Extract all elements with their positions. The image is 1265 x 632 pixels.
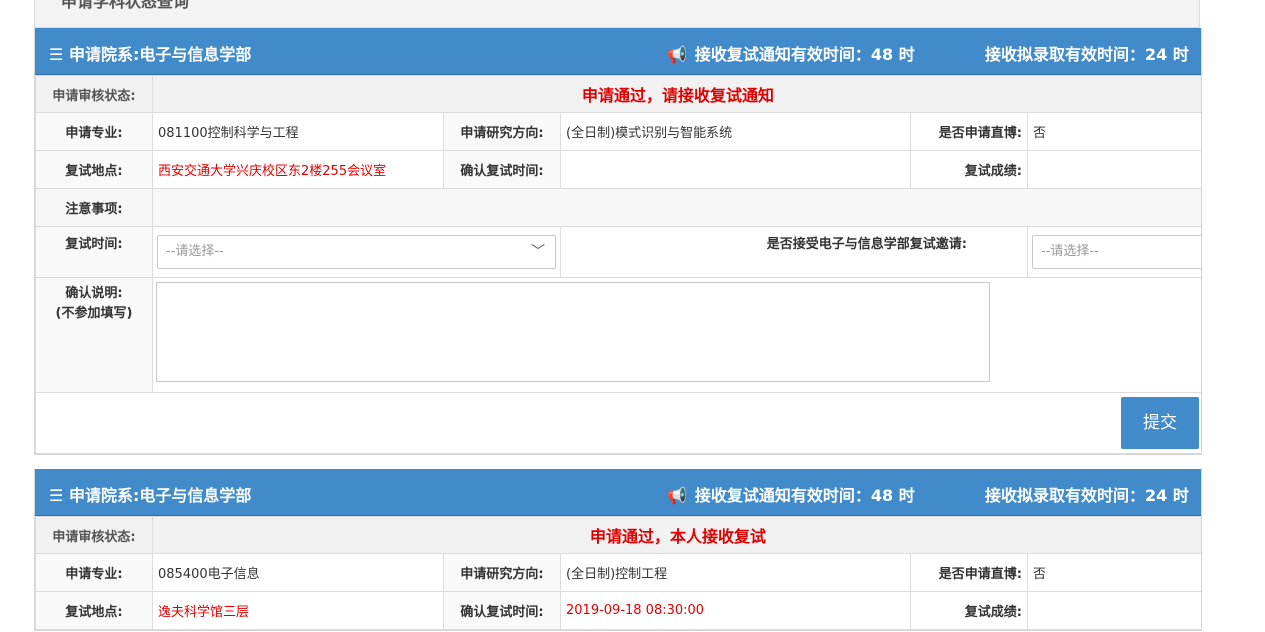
status-text: 申请通过，本人接收复试 (151, 516, 1201, 554)
location-row: 复试地点: 逸夫科学馆三层 确认复试时间: 2019-09-18 08:30:0… (35, 591, 1201, 630)
interview-time-select[interactable]: --请选择-- ﹀ (157, 235, 556, 269)
status-row: 申请审核状态: 申请通过，本人接收复试 (35, 516, 1201, 554)
confirm-time-label: 确认复试时间: (443, 591, 561, 630)
list-icon: ☰ (49, 486, 64, 505)
dept-title: ☰ 申请院系:电子与信息学部 (49, 486, 252, 505)
megaphone-icon: 📢 (667, 486, 687, 505)
direct-phd-value: 否 (1026, 112, 1201, 151)
status-label: 申请审核状态: (35, 516, 153, 554)
panel-header: ☰ 申请院系:电子与信息学部 📢 接收复试通知有效时间：48 时 接收拟录取有效时间… (35, 469, 1201, 516)
submit-button[interactable]: 提交 (1121, 397, 1200, 449)
interview-notice-validity: 📢 接收复试通知有效时间：48 时 (667, 486, 915, 505)
location-label: 复试地点: (35, 591, 153, 630)
direction-label: 申请研究方向: (443, 553, 561, 592)
direct-phd-label: 是否申请直博: (910, 112, 1028, 151)
chevron-down-icon: ﹀ (531, 244, 545, 260)
interview-notice-validity: 📢 接收复试通知有效时间：48 时 (667, 45, 915, 64)
direction-value: (全日制)模式识别与智能系统 (560, 112, 911, 151)
score-value (1026, 150, 1201, 189)
application-panel-1: ☰ 申请院系:电子与信息学部 📢 接收复试通知有效时间：48 时 接收拟录取有效时间… (34, 28, 1202, 455)
major-row: 申请专业: 085400电子信息 申请研究方向: (全日制)控制工程 是否申请直… (35, 553, 1201, 592)
major-row: 申请专业: 081100控制科学与工程 申请研究方向: (全日制)模式识别与智能… (35, 112, 1201, 151)
remark-label: 确认说明: (不参加填写) (35, 277, 153, 393)
location-value: 逸夫科学馆三层 (152, 591, 444, 630)
accept-invitation-select[interactable]: --请选择-- ﹀ (1032, 235, 1201, 269)
score-value (1026, 591, 1201, 630)
direct-phd-label: 是否申请直博: (910, 553, 1028, 592)
panel-header: ☰ 申请院系:电子与信息学部 📢 接收复试通知有效时间：48 时 接收拟录取有效时间… (35, 28, 1201, 75)
accept-invitation-label: 是否接受电子与信息学部复试邀请: (560, 226, 1028, 278)
location-value: 西安交通大学兴庆校区东2楼255会议室 (152, 150, 444, 189)
major-value: 085400电子信息 (152, 553, 444, 592)
page-header: 申请学科状态查询 (34, 0, 1200, 28)
admission-notice-validity: 接收拟录取有效时间：24 时 (985, 486, 1189, 505)
notes-row: 注意事项: (35, 188, 1201, 227)
dept-title: ☰ 申请院系:电子与信息学部 (49, 45, 252, 64)
list-icon: ☰ (49, 45, 64, 64)
remark-textarea[interactable] (156, 282, 990, 382)
major-label: 申请专业: (35, 553, 153, 592)
confirm-time-label: 确认复试时间: (443, 150, 561, 189)
status-text: 申请通过，请接收复试通知 (151, 75, 1201, 113)
megaphone-icon: 📢 (667, 45, 687, 64)
application-table: 申请审核状态: 申请通过，本人接收复试 申请专业: 085400电子信息 申请研… (35, 516, 1201, 630)
remark-row: 确认说明: (不参加填写) (35, 277, 1201, 393)
direction-value: (全日制)控制工程 (560, 553, 911, 592)
location-label: 复试地点: (35, 150, 153, 189)
admission-notice-validity: 接收拟录取有效时间：24 时 (985, 45, 1189, 64)
confirm-time-value (560, 150, 911, 189)
major-value: 081100控制科学与工程 (152, 112, 444, 151)
location-row: 复试地点: 西安交通大学兴庆校区东2楼255会议室 确认复试时间: 复试成绩: (35, 150, 1201, 189)
score-label: 复试成绩: (910, 150, 1028, 189)
major-label: 申请专业: (35, 112, 153, 151)
interview-time-row: 复试时间: --请选择-- ﹀ 是否接受电子与信息学部复试邀请: --请选择--… (35, 226, 1201, 278)
direction-label: 申请研究方向: (443, 112, 561, 151)
confirm-time-value: 2019-09-18 08:30:00 (560, 591, 911, 630)
page-title: 申请学科状态查询 (61, 0, 190, 11)
direct-phd-value: 否 (1026, 553, 1201, 592)
notes-label: 注意事项: (35, 188, 153, 227)
notes-value (151, 188, 1201, 227)
application-table: 申请审核状态: 申请通过，请接收复试通知 申请专业: 081100控制科学与工程… (35, 75, 1201, 454)
status-row: 申请审核状态: 申请通过，请接收复试通知 (35, 75, 1201, 113)
score-label: 复试成绩: (910, 591, 1028, 630)
interview-time-label: 复试时间: (35, 226, 153, 278)
status-label: 申请审核状态: (35, 75, 153, 113)
application-panel-2: ☰ 申请院系:电子与信息学部 📢 接收复试通知有效时间：48 时 接收拟录取有效时间… (34, 469, 1202, 631)
submit-row: 提交 (35, 392, 1201, 454)
